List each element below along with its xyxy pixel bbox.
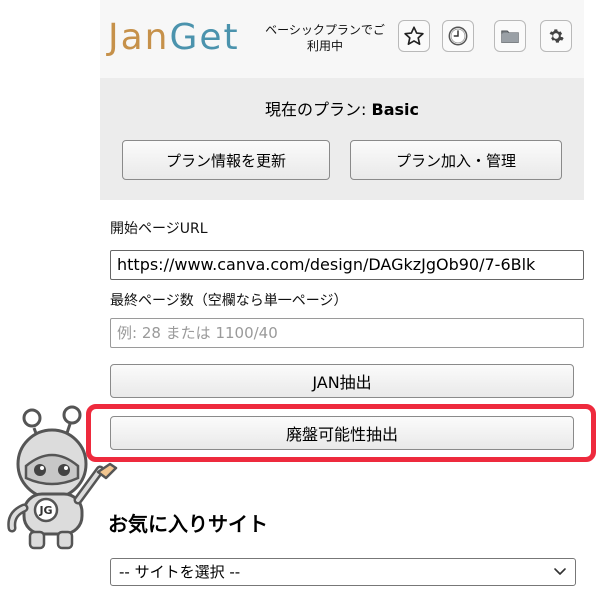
- plan-status-note: ベーシックプランでご 利用中: [265, 23, 385, 53]
- janget-logo: JanGet: [108, 17, 240, 58]
- refresh-plan-button[interactable]: プラン情報を更新: [122, 140, 330, 180]
- highlight-frame: [86, 404, 596, 462]
- last-page-input[interactable]: 例: 28 または 1100/40: [110, 318, 584, 348]
- jan-extract-button[interactable]: JAN抽出: [110, 364, 574, 398]
- last-page-label: 最終ページ数（空欄なら単一ページ）: [110, 293, 348, 309]
- history-button[interactable]: [442, 20, 474, 52]
- settings-button[interactable]: [540, 20, 572, 52]
- extension-header: JanGet ベーシックプランでご 利用中: [100, 0, 584, 78]
- start-url-label: 開始ページURL: [110, 221, 208, 237]
- chevron-down-icon: [554, 568, 566, 575]
- clock-icon: [448, 26, 468, 46]
- mascot-badge: JG: [38, 504, 52, 517]
- folder-button[interactable]: [494, 20, 526, 52]
- robot-mascot: JG: [7, 405, 118, 550]
- favorites-title: お気に入りサイト: [108, 512, 268, 536]
- current-plan-text: 現在のプラン: Basic: [265, 100, 419, 119]
- star-icon: [404, 26, 424, 45]
- plan-panel: 現在のプラン: Basic プラン情報を更新 プラン加入・管理: [100, 78, 584, 200]
- start-url-input[interactable]: https://www.canva.com/design/DAGkzJgOb90…: [110, 250, 584, 280]
- folder-icon: [501, 30, 519, 43]
- gear-icon: [549, 29, 564, 43]
- favorite-site-select-value: -- サイトを選択 --: [119, 563, 241, 581]
- favorite-star-button[interactable]: [398, 20, 430, 52]
- current-plan-value: Basic: [371, 100, 419, 119]
- favorite-site-select[interactable]: -- サイトを選択 --: [110, 558, 576, 586]
- manage-plan-button[interactable]: プラン加入・管理: [350, 140, 562, 180]
